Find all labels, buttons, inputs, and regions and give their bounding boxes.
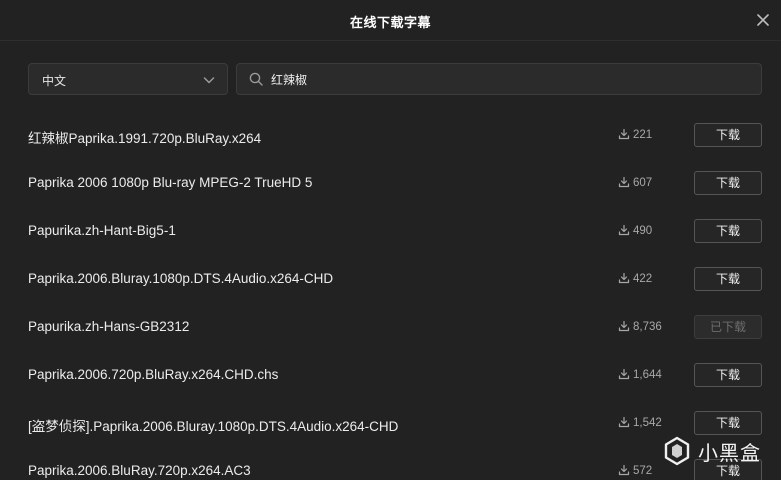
xiaoheihe-logo-icon: [664, 436, 690, 466]
download-count: 8,736: [618, 320, 662, 333]
subtitle-name: [盗梦侦探].Paprika.2006.Bluray.1080p.DTS.4Au…: [28, 419, 399, 434]
subtitle-name: Paprika.2006.BluRay.720p.x264.AC3: [28, 463, 251, 478]
search-input[interactable]: [271, 68, 741, 90]
chevron-down-icon: [203, 77, 215, 84]
dialog-header: 在线下载字幕: [0, 0, 781, 41]
watermark: 小黑盒: [662, 436, 761, 466]
download-button[interactable]: 下载: [694, 267, 762, 291]
download-count-value: 490: [633, 225, 653, 237]
subtitle-results-list: 红辣椒Paprika.1991.720p.BluRay.x264 221 下载 Pap…: [0, 111, 781, 480]
subtitle-name: Papurika.zh-Hans-GB2312: [28, 319, 190, 334]
download-icon: [618, 272, 630, 284]
dialog-title: 在线下载字幕: [349, 15, 431, 30]
download-count-value: 1,644: [633, 369, 662, 381]
download-button[interactable]: 下载: [694, 123, 762, 147]
download-count: 607: [618, 176, 652, 189]
search-box: [236, 63, 762, 95]
download-button[interactable]: 下载: [694, 171, 762, 195]
download-count-value: 607: [633, 177, 653, 189]
subtitle-name: Paprika.2006.720p.BluRay.x264.CHD.chs: [28, 367, 279, 382]
download-count: 221: [618, 128, 652, 141]
download-count: 572: [618, 464, 652, 477]
download-count: 422: [618, 272, 652, 285]
subtitle-row: 红辣椒Paprika.1991.720p.BluRay.x264 221 下载: [0, 111, 781, 159]
download-count: 1,542: [618, 416, 662, 429]
download-icon: [618, 368, 630, 380]
close-icon: [757, 14, 769, 26]
download-icon: [618, 320, 630, 332]
download-count-value: 221: [633, 129, 653, 141]
subtitle-row: Papurika.zh-Hant-Big5-1 490 下载: [0, 207, 781, 255]
subtitle-row: Paprika 2006 1080p Blu-ray MPEG-2 TrueHD…: [0, 159, 781, 207]
download-button[interactable]: 下载: [694, 219, 762, 243]
download-count-value: 8,736: [633, 321, 662, 333]
download-count-value: 422: [633, 273, 653, 285]
subtitle-name: 红辣椒Paprika.1991.720p.BluRay.x264: [28, 131, 262, 146]
language-select[interactable]: 中文: [28, 63, 228, 95]
subtitle-row: Paprika.2006.720p.BluRay.x264.CHD.chs 1,6…: [0, 351, 781, 399]
search-controls: 中文: [28, 63, 762, 95]
close-button[interactable]: [755, 12, 771, 28]
subtitle-row: Paprika.2006.Bluray.1080p.DTS.4Audio.x26…: [0, 255, 781, 303]
download-icon: [618, 176, 630, 188]
subtitle-download-dialog: 在线下载字幕 中文 红辣椒Paprika.1991.720p.BluRay.x2…: [0, 0, 781, 480]
subtitle-name: Papurika.zh-Hant-Big5-1: [28, 223, 176, 238]
download-count: 1,644: [618, 368, 662, 381]
download-count-value: 1,542: [633, 417, 662, 429]
subtitle-row: Papurika.zh-Hans-GB2312 8,736 已下载: [0, 303, 781, 351]
downloaded-button: 已下载: [694, 315, 762, 339]
download-icon: [618, 224, 630, 236]
download-count-value: 572: [633, 465, 653, 477]
watermark-text: 小黑盒: [698, 440, 761, 465]
download-icon: [618, 464, 630, 476]
download-count: 490: [618, 224, 652, 237]
download-icon: [618, 128, 630, 140]
subtitle-name: Paprika.2006.Bluray.1080p.DTS.4Audio.x26…: [28, 271, 334, 286]
download-button[interactable]: 下载: [694, 363, 762, 387]
language-select-value: 中文: [42, 74, 67, 88]
search-icon: [249, 72, 263, 86]
download-button[interactable]: 下载: [694, 411, 762, 435]
download-icon: [618, 416, 630, 428]
subtitle-name: Paprika 2006 1080p Blu-ray MPEG-2 TrueHD…: [28, 175, 313, 190]
